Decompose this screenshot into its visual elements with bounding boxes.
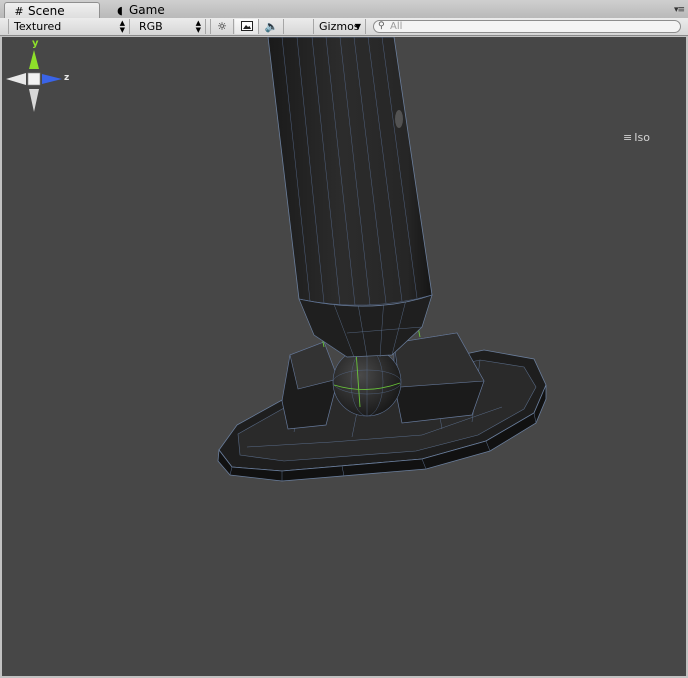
axis-z-cone[interactable]	[42, 74, 62, 84]
center-cube[interactable]	[27, 72, 41, 86]
gizmos-dropdown[interactable]: Gizmos ▼	[313, 19, 366, 34]
draw-mode-value: Textured	[14, 20, 62, 33]
axis-neg-y-cone[interactable]	[29, 89, 39, 112]
axis-neg-x-cone[interactable]	[6, 73, 26, 85]
updown-arrows-icon: ▲ ▼	[119, 19, 125, 34]
render-mode-value: RGB	[139, 20, 163, 33]
image-icon	[240, 21, 253, 31]
render-mode-dropdown[interactable]: RGB ▲ ▼	[134, 19, 206, 34]
sun-icon: ☼	[217, 20, 227, 33]
search-placeholder: All	[390, 21, 403, 32]
tab-bar: # Scene ◖ Game ▾≡	[0, 0, 688, 19]
tab-game[interactable]: ◖ Game	[106, 2, 186, 18]
scene-lighting-toggle[interactable]: ☼	[210, 19, 234, 34]
projection-label: Iso	[634, 131, 650, 144]
projection-toggle[interactable]: ≡ Iso	[623, 131, 650, 144]
tab-scene[interactable]: # Scene	[4, 2, 100, 18]
scene-model	[217, 37, 547, 482]
tab-options-icon[interactable]: ▾≡	[674, 5, 685, 15]
hierarchy-search-input[interactable]: ⚲ All	[373, 20, 681, 33]
axis-y-cone[interactable]	[29, 50, 39, 69]
axis-z-label: z	[64, 73, 69, 83]
menu-lines-icon: ≡	[623, 131, 633, 144]
draw-mode-dropdown[interactable]: Textured ▲ ▼	[8, 19, 130, 34]
axis-y-label: y	[32, 38, 39, 49]
tab-game-label: Game	[129, 3, 165, 17]
scene-audio-toggle[interactable]: 🔈	[260, 19, 284, 34]
orientation-gizmo[interactable]: y z	[2, 37, 78, 117]
scene-fx-toggle[interactable]	[235, 19, 259, 34]
scene-toolbar: Textured ▲ ▼ RGB ▲ ▼ ☼ 🔈 Gizmos ▼ ⚲ All	[0, 18, 688, 36]
updown-arrows-icon: ▲ ▼	[195, 19, 201, 34]
gizmos-label: Gizmos	[319, 20, 360, 33]
scene-viewport[interactable]: y z ≡ Iso	[2, 37, 686, 676]
speaker-icon: 🔈	[264, 20, 279, 33]
pacman-icon: ◖	[117, 4, 123, 17]
tab-scene-label: Scene	[28, 4, 65, 18]
dropdown-arrow-icon: ▼	[354, 22, 361, 31]
search-icon: ⚲	[378, 21, 385, 31]
